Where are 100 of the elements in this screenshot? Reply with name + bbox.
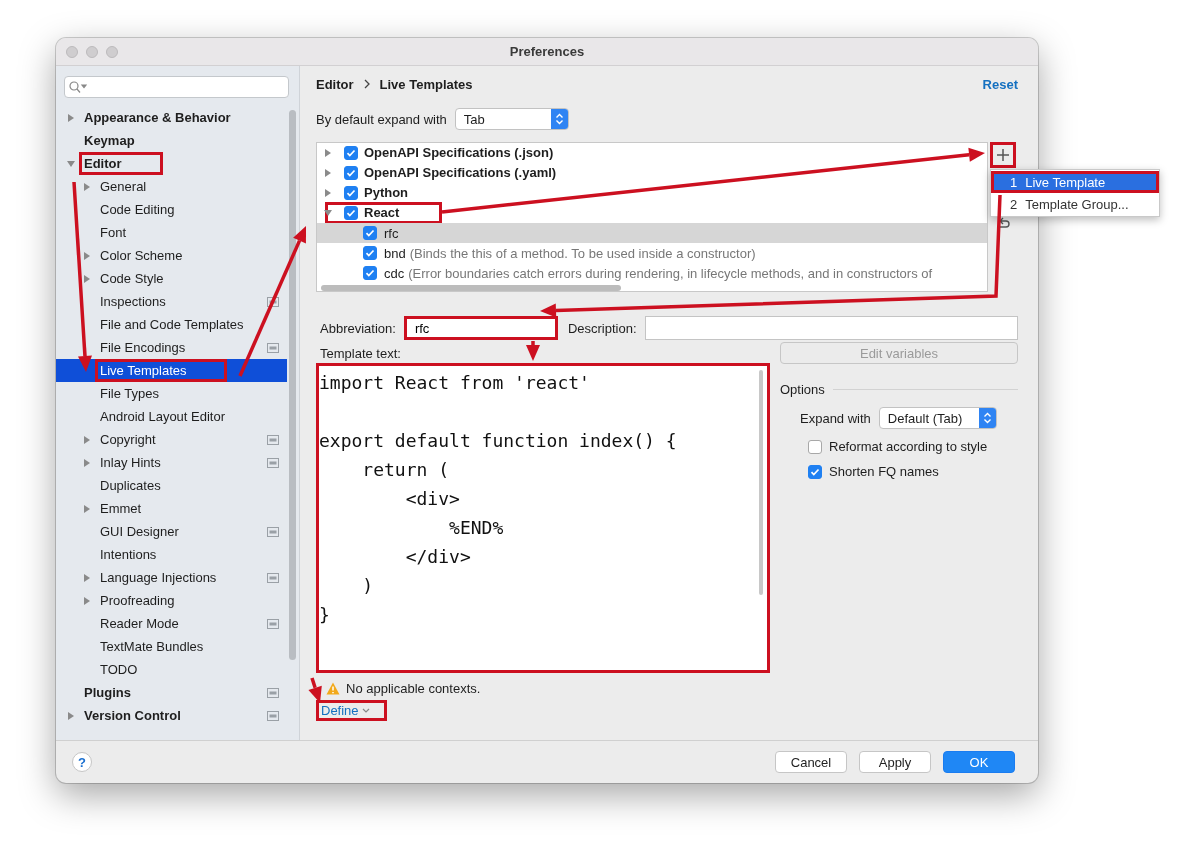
- sidebar-item[interactable]: Copyright: [56, 428, 287, 451]
- chevron-icon: [362, 79, 371, 89]
- template-row[interactable]: rfc: [317, 223, 987, 243]
- description-field[interactable]: [644, 316, 1018, 340]
- sidebar-item[interactable]: File Types: [56, 382, 287, 405]
- checkbox-label: Shorten FQ names: [829, 464, 939, 479]
- reset-link[interactable]: Reset: [982, 76, 1018, 92]
- search-field[interactable]: [64, 76, 289, 98]
- stepper-icon: [550, 109, 568, 129]
- caret-icon: [361, 707, 370, 714]
- collapsed-arrow-icon[interactable]: [82, 503, 92, 514]
- sidebar-item[interactable]: Duplicates: [56, 474, 287, 497]
- section-title: Options: [780, 382, 825, 397]
- field-label: Expand with: [800, 410, 871, 426]
- sidebar-item[interactable]: Proofreading: [56, 589, 287, 612]
- item-label: Proofreading: [99, 592, 176, 610]
- template-group-row[interactable]: OpenAPI Specifications (.yaml): [317, 163, 987, 183]
- item-label: Version Control: [83, 707, 182, 725]
- sidebar-item[interactable]: TODO: [56, 658, 287, 681]
- scrollbar[interactable]: [321, 285, 621, 291]
- sidebar-item[interactable]: Live Templates: [56, 359, 287, 382]
- menu-item[interactable]: 1 Live Template: [991, 171, 1159, 193]
- item-label: Intentions: [99, 546, 158, 564]
- breadcrumb: Live Templates: [379, 76, 473, 92]
- template-abbreviation: bnd: [384, 245, 406, 261]
- item-label: Code Style: [99, 270, 165, 288]
- collapsed-arrow-icon[interactable]: [66, 112, 76, 123]
- item-label: Android Layout Editor: [99, 408, 227, 426]
- menu-item[interactable]: 2 Template Group...: [991, 193, 1159, 215]
- template-row[interactable]: cdc (Error boundaries catch errors during rendering, in lifecycle methods, and in constructors of: [317, 263, 987, 283]
- template-row[interactable]: bnd (Binds the this of a method. To be used inside a constructor): [317, 243, 987, 263]
- sidebar-item[interactable]: GUI Designer: [56, 520, 287, 543]
- sidebar-item[interactable]: Color Scheme: [56, 244, 287, 267]
- item-label: File and Code Templates: [99, 316, 245, 334]
- sidebar-item[interactable]: Emmet: [56, 497, 287, 520]
- sidebar-item[interactable]: Code Style: [56, 267, 287, 290]
- sidebar-item[interactable]: Version Control: [56, 704, 287, 727]
- collapsed-arrow-icon[interactable]: [82, 273, 92, 284]
- help-button[interactable]: ?: [72, 752, 92, 772]
- sidebar-item[interactable]: General: [56, 175, 287, 198]
- checkbox[interactable]: [808, 439, 822, 454]
- checkbox[interactable]: [363, 266, 377, 280]
- sidebar-item[interactable]: Editor: [56, 152, 287, 175]
- sidebar-item[interactable]: Font: [56, 221, 287, 244]
- sidebar-item[interactable]: TextMate Bundles: [56, 635, 287, 658]
- item-label: Duplicates: [99, 477, 162, 495]
- dialog-button[interactable]: Apply: [859, 751, 931, 773]
- sidebar-item[interactable]: Reader Mode: [56, 612, 287, 635]
- scrollbar[interactable]: [289, 110, 296, 660]
- sidebar-item[interactable]: Plugins: [56, 681, 287, 704]
- sidebar-item[interactable]: Code Editing: [56, 198, 287, 221]
- checkbox[interactable]: [363, 226, 377, 240]
- item-label: File Types: [99, 385, 160, 403]
- sidebar-item[interactable]: Appearance & Behavior: [56, 106, 287, 129]
- collapsed-arrow-icon[interactable]: [82, 250, 92, 261]
- minimize-button[interactable]: [86, 46, 98, 58]
- collapsed-arrow-icon[interactable]: [82, 572, 92, 583]
- sidebar-item[interactable]: File and Code Templates: [56, 313, 287, 336]
- item-label: Inlay Hints: [99, 454, 162, 472]
- checkbox[interactable]: [344, 205, 358, 220]
- collapsed-arrow-icon[interactable]: [82, 181, 92, 192]
- checkbox[interactable]: [363, 246, 377, 260]
- sidebar-item[interactable]: Language Injections: [56, 566, 287, 589]
- template-group-row[interactable]: Python: [317, 183, 987, 203]
- sidebar-item[interactable]: Android Layout Editor: [56, 405, 287, 428]
- abbreviation-field[interactable]: rfc: [403, 316, 558, 340]
- sidebar-item[interactable]: Inspections: [56, 290, 287, 313]
- expand-with-select[interactable]: Default (Tab): [878, 407, 997, 429]
- sidebar-item[interactable]: Keymap: [56, 129, 287, 152]
- template-editor[interactable]: import React from 'react' export default function index() { return ( <div> %END% </div> ) }: [316, 363, 770, 673]
- dialog-button[interactable]: OK: [943, 751, 1015, 773]
- checkbox[interactable]: [344, 165, 358, 180]
- checkbox[interactable]: [344, 145, 358, 160]
- collapsed-arrow-icon[interactable]: [66, 710, 76, 721]
- add-button[interactable]: [990, 142, 1016, 168]
- expanded-arrow-icon[interactable]: [66, 158, 76, 169]
- field-label: By default expand with: [316, 111, 447, 127]
- zoom-button[interactable]: [106, 46, 118, 58]
- define-link[interactable]: Define: [316, 700, 387, 721]
- sidebar-item[interactable]: Inlay Hints: [56, 451, 287, 474]
- collapsed-arrow-icon[interactable]: [82, 457, 92, 468]
- checkmark-icon: [810, 466, 820, 477]
- item-label: General: [99, 178, 148, 196]
- collapsed-arrow-icon[interactable]: [82, 434, 92, 445]
- checkbox[interactable]: [344, 185, 358, 200]
- field-label: Abbreviation:: [320, 320, 396, 336]
- checkbox[interactable]: [808, 464, 822, 479]
- sidebar-item[interactable]: Intentions: [56, 543, 287, 566]
- item-label: Inspections: [99, 293, 167, 311]
- expanded-arrow-icon[interactable]: [323, 208, 333, 218]
- sidebar-item[interactable]: File Encodings: [56, 336, 287, 359]
- dialog-button[interactable]: Cancel: [775, 751, 847, 773]
- template-group-row[interactable]: OpenAPI Specifications (.json): [317, 143, 987, 163]
- collapsed-arrow-icon[interactable]: [82, 595, 92, 606]
- expand-select[interactable]: Tab: [454, 108, 569, 130]
- item-label: Language Injections: [99, 569, 218, 587]
- item-label: File Encodings: [99, 339, 187, 357]
- breadcrumb[interactable]: Editor: [316, 76, 354, 92]
- checkmark-icon: [346, 187, 356, 198]
- close-button[interactable]: [66, 46, 78, 58]
